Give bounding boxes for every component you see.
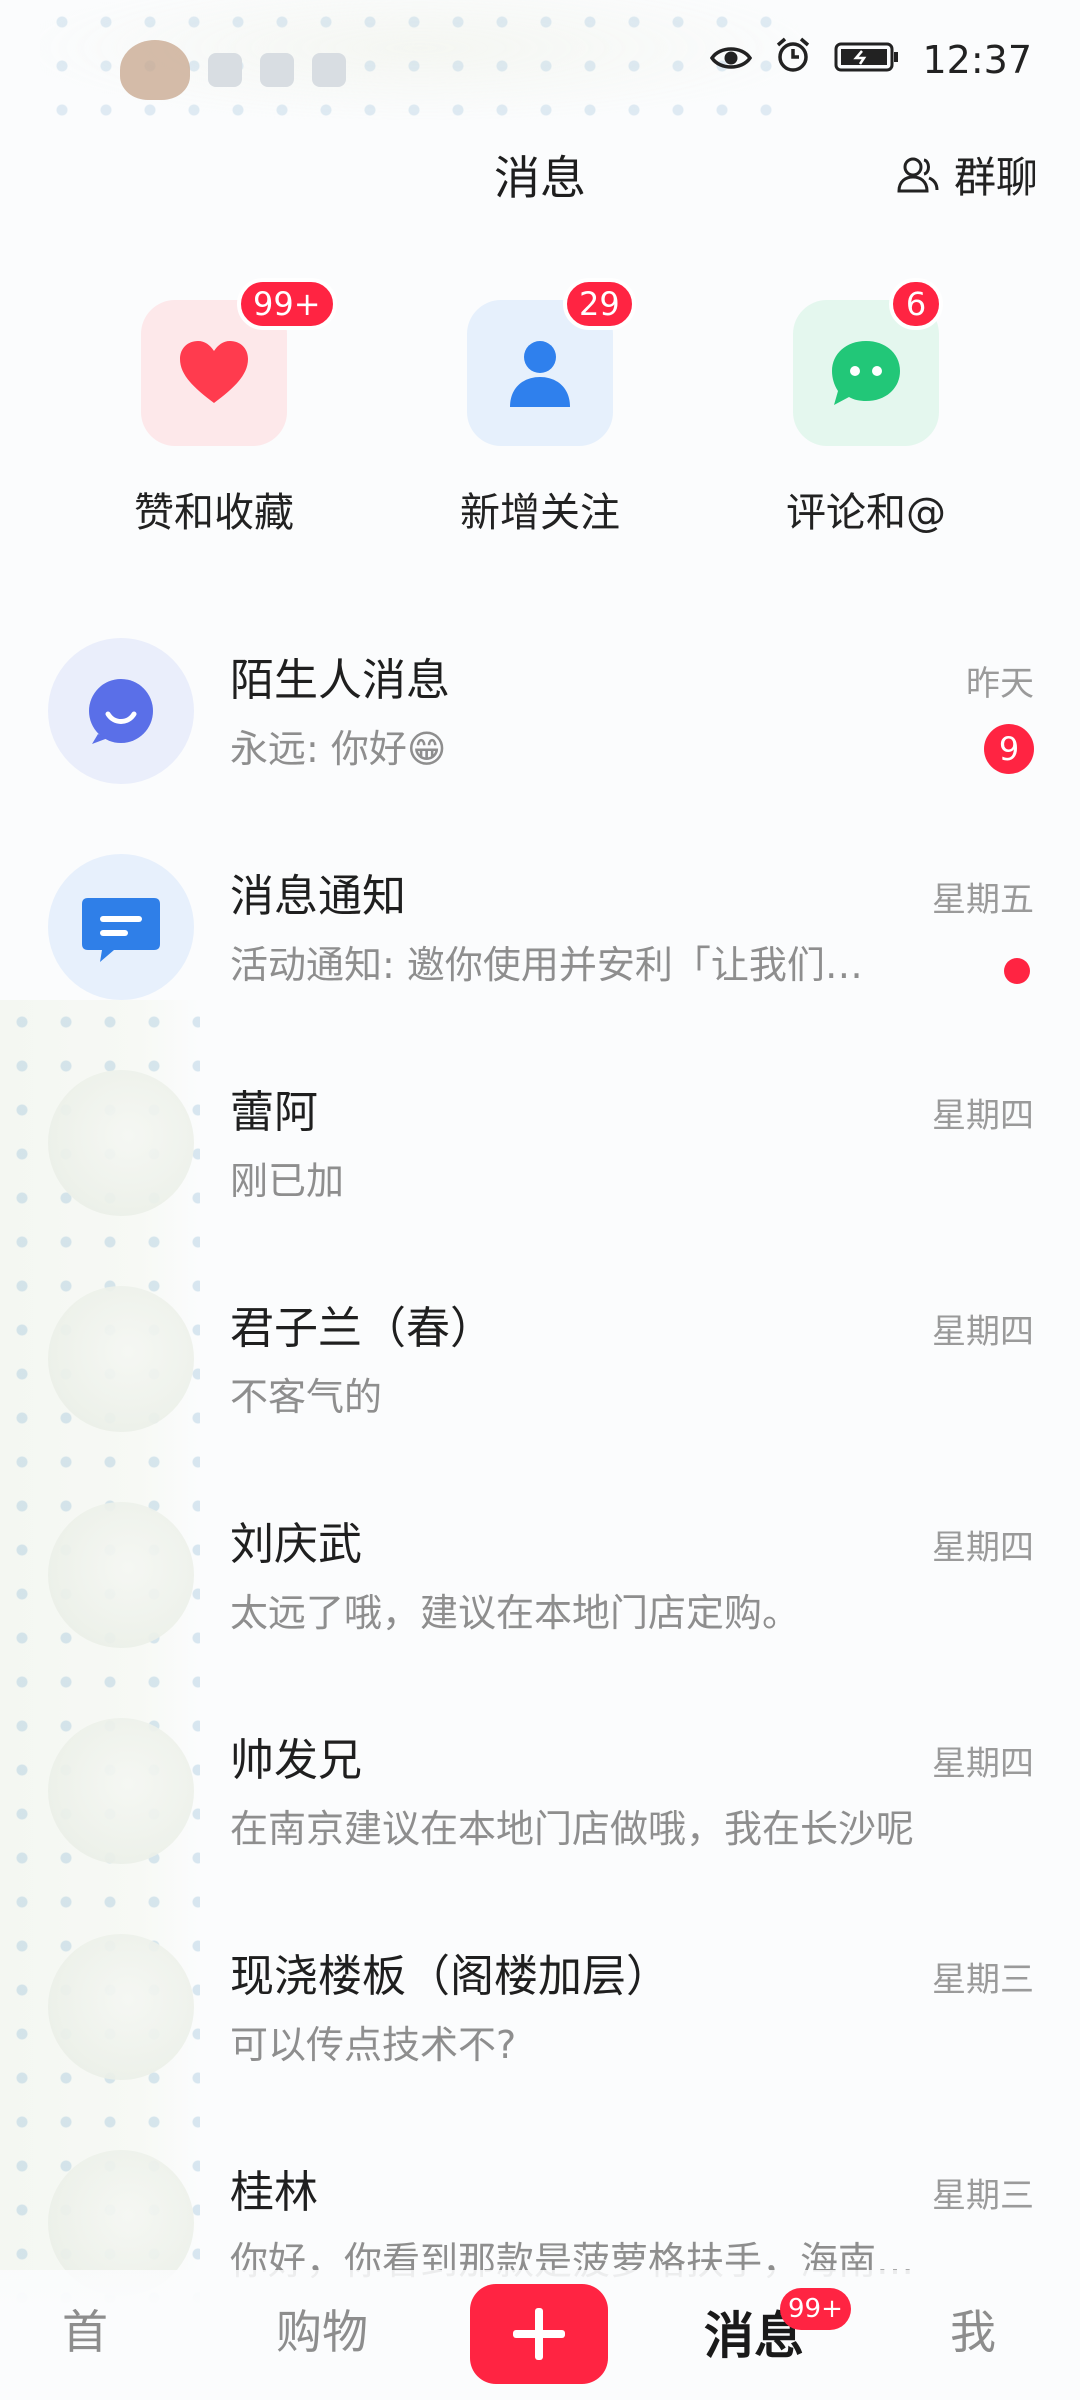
conversation-time: 星期三 <box>932 1960 1034 2000</box>
conversation-preview: 不客气的 <box>230 1375 383 1419</box>
conversation-time: 星期四 <box>932 1312 1034 1352</box>
notification-icon <box>48 854 194 1000</box>
likes-collections-button[interactable]: 99+ 赞和收藏 <box>84 278 344 560</box>
conversation-name: 现浇楼板（阁楼加层） <box>230 1951 670 2002</box>
status-bar: 12:37 <box>0 0 1080 130</box>
avatar <box>48 1286 194 1432</box>
top-nav: 消息 群聊 <box>0 130 1080 240</box>
conversation-preview: 可以传点技术不? <box>230 2023 517 2067</box>
conversation-time: 星期三 <box>932 2176 1034 2216</box>
heart-tile: 99+ <box>141 278 337 446</box>
conversation-row[interactable]: 现浇楼板（阁楼加层） 星期三 可以传点技术不? <box>0 1926 1080 2142</box>
heart-icon <box>180 341 248 403</box>
comments-mentions-button[interactable]: 6 评论和@ <box>736 278 996 560</box>
conversation-preview: 永远: 你好😁 <box>230 727 447 771</box>
bottom-tab-bar: 首 购物 消息 我 <box>0 2270 1080 2400</box>
app-notification-icon <box>208 53 242 87</box>
messages-screen: 12:37 消息 群聊 99+ 赞和收藏 29 新增关注 6 评论和@ 陌生人消… <box>0 0 1080 2400</box>
alarm-icon <box>774 36 812 83</box>
unread-badge: 9 <box>984 724 1034 774</box>
battery-icon <box>834 38 900 82</box>
comments-badge: 6 <box>889 278 943 330</box>
followers-label: 新增关注 <box>460 490 620 536</box>
conversation-preview: 活动通知: 邀你使用并安利「让我们… <box>230 943 863 987</box>
unread-dot <box>1004 958 1030 984</box>
people-icon <box>897 157 939 192</box>
followers-badge: 29 <box>563 278 636 330</box>
conversation-time: 星期四 <box>932 1528 1034 1568</box>
tab-shop[interactable]: 购物 <box>276 2296 368 2362</box>
conversation-name: 刘庆武 <box>230 1519 362 1570</box>
avatar <box>48 1502 194 1648</box>
conversation-name: 蕾阿 <box>230 1087 318 1138</box>
plus-icon <box>513 2308 565 2360</box>
add-post-button[interactable] <box>470 2284 608 2384</box>
system-status: 12:37 <box>710 36 1032 83</box>
new-followers-button[interactable]: 29 新增关注 <box>410 278 670 560</box>
bear-sticker-icon <box>120 40 190 100</box>
conversation-name: 消息通知 <box>230 871 406 922</box>
conversation-time: 昨天 <box>966 664 1034 704</box>
eye-icon <box>710 38 753 82</box>
chat-bubble-icon <box>832 341 900 405</box>
conversation-time: 星期四 <box>932 1096 1034 1136</box>
notification-icons <box>120 40 346 100</box>
conversation-time: 星期五 <box>932 880 1034 920</box>
conversation-list: 陌生人消息 昨天 永远: 你好😁 9 消息通知 星期五 活动通知: 邀你使用并安… <box>0 630 1080 2358</box>
conversation-row[interactable]: 君子兰（春） 星期四 不客气的 <box>0 1278 1080 1494</box>
quick-actions: 99+ 赞和收藏 29 新增关注 6 评论和@ <box>0 278 1080 560</box>
app-notification-icon <box>312 53 346 87</box>
conversation-row[interactable]: 帅发兄 星期四 在南京建议在本地门店做哦，我在长沙呢 <box>0 1710 1080 1926</box>
conversation-row[interactable]: 蕾阿 星期四 刚已加 <box>0 1062 1080 1278</box>
avatar <box>48 1718 194 1864</box>
clock-time: 12:37 <box>922 37 1032 82</box>
likes-label: 赞和收藏 <box>134 490 294 536</box>
conversation-preview: 刚已加 <box>230 1159 345 1203</box>
conversation-name: 君子兰（春） <box>230 1303 494 1354</box>
conversation-preview: 在南京建议在本地门店做哦，我在长沙呢 <box>230 1807 915 1851</box>
conversation-name: 陌生人消息 <box>230 655 450 706</box>
avatar <box>48 1934 194 2080</box>
conversation-row[interactable]: 刘庆武 星期四 太远了哦，建议在本地门店定购。 <box>0 1494 1080 1710</box>
comments-label: 评论和@ <box>786 490 946 536</box>
app-notification-icon <box>260 53 294 87</box>
group-chat-button[interactable]: 群聊 <box>896 144 1038 205</box>
conversation-row[interactable]: 消息通知 星期五 活动通知: 邀你使用并安利「让我们… <box>0 846 1080 1062</box>
conversation-time: 星期四 <box>932 1744 1034 1784</box>
chat-tile: 6 <box>793 278 943 446</box>
tab-me[interactable]: 我 <box>950 2296 996 2362</box>
messages-tab-badge: 99+ <box>780 2288 851 2330</box>
person-tile: 29 <box>467 278 636 446</box>
likes-badge: 99+ <box>237 278 337 330</box>
conversation-preview: 太远了哦，建议在本地门店定购。 <box>230 1591 801 1635</box>
conversation-name: 桂林 <box>230 2167 318 2218</box>
avatar <box>48 1070 194 1216</box>
stranger-chat-icon <box>48 638 194 784</box>
conversation-name: 帅发兄 <box>230 1735 362 1786</box>
group-chat-label: 群聊 <box>953 153 1038 202</box>
conversation-row[interactable]: 陌生人消息 昨天 永远: 你好😁 9 <box>0 630 1080 846</box>
person-icon <box>510 341 570 407</box>
tab-home[interactable]: 首 <box>62 2296 108 2362</box>
